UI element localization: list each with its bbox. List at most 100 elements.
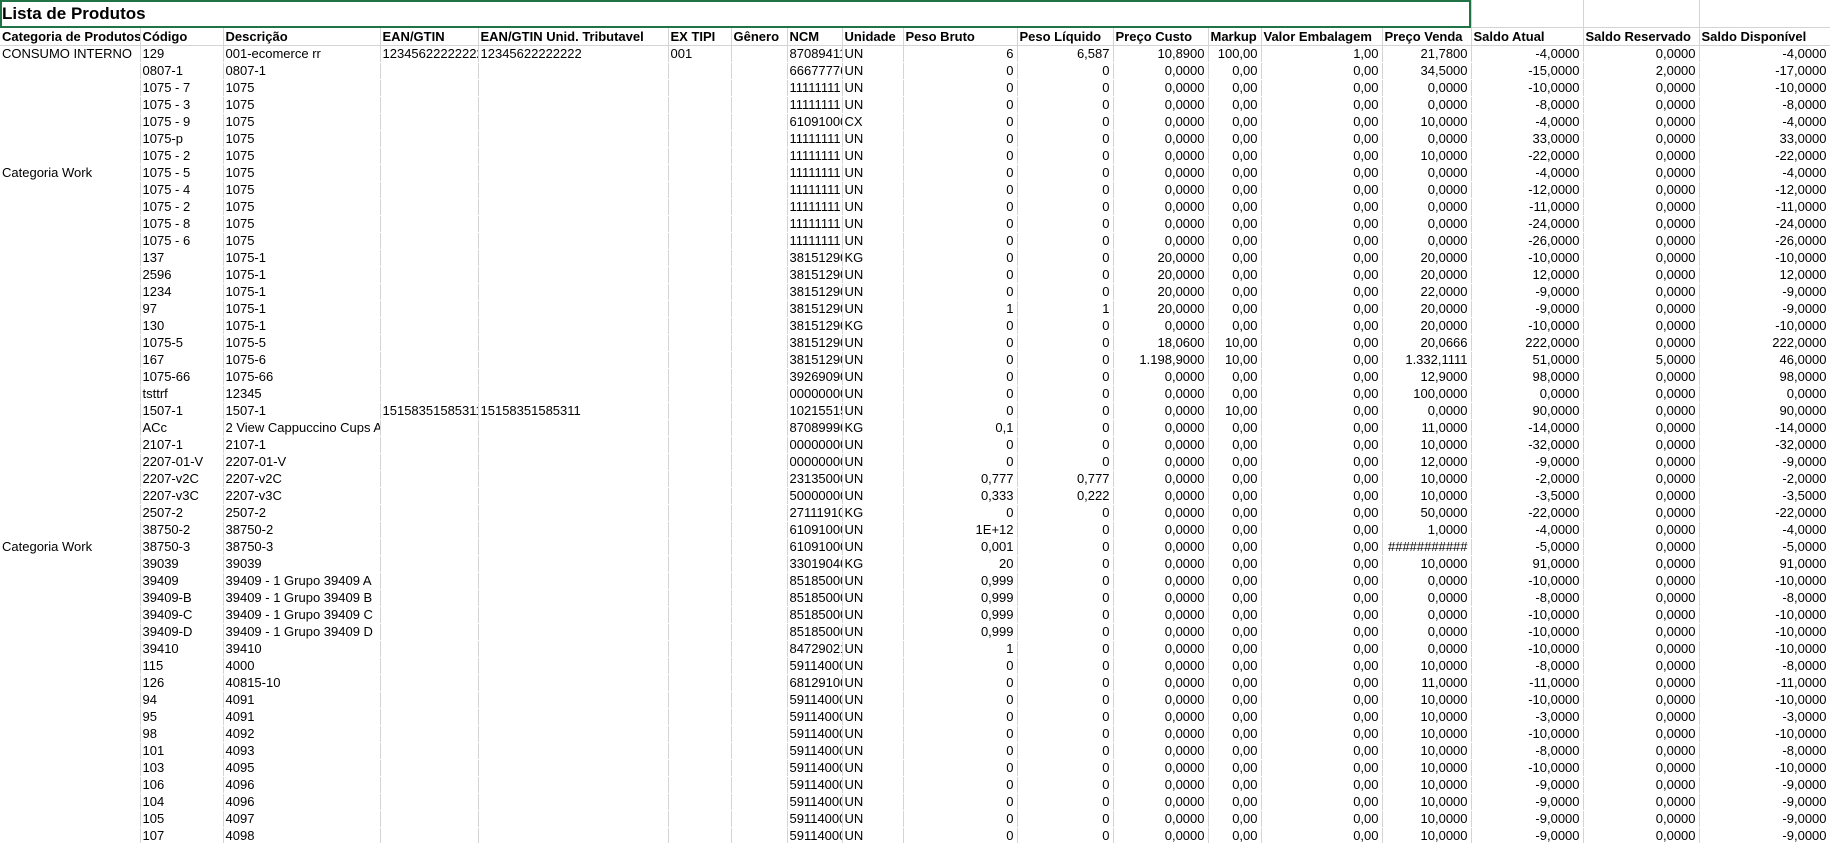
cell[interactable]: 10,0000 bbox=[1382, 691, 1472, 709]
cell[interactable]: 1075 - 5 bbox=[140, 164, 224, 182]
cell[interactable]: 0,0000 bbox=[1382, 181, 1472, 199]
cell[interactable]: 0,0000 bbox=[1583, 113, 1700, 131]
cell[interactable]: 0,00 bbox=[1208, 300, 1262, 318]
cell[interactable]: 0 bbox=[903, 334, 1018, 352]
cell[interactable]: 100,00 bbox=[1208, 45, 1262, 63]
cell[interactable] bbox=[380, 283, 479, 301]
cell[interactable] bbox=[0, 572, 141, 590]
cell[interactable]: UN bbox=[842, 759, 904, 777]
cell[interactable] bbox=[380, 827, 479, 843]
cell[interactable]: -10,0000 bbox=[1699, 317, 1830, 335]
cell[interactable]: 1.198,9000 bbox=[1113, 351, 1209, 369]
cell[interactable]: 50000000 bbox=[787, 487, 843, 505]
cell[interactable]: 20,0000 bbox=[1382, 300, 1472, 318]
cell[interactable]: 0,00 bbox=[1208, 249, 1262, 267]
cell[interactable]: 0,222 bbox=[1017, 487, 1114, 505]
cell[interactable] bbox=[380, 351, 479, 369]
cell[interactable] bbox=[668, 368, 732, 386]
cell[interactable]: 0,00 bbox=[1261, 759, 1383, 777]
cell[interactable] bbox=[478, 742, 669, 760]
cell[interactable] bbox=[478, 708, 669, 726]
cell[interactable]: CONSUMO INTERNO bbox=[0, 45, 141, 63]
cell[interactable]: 0,0000 bbox=[1113, 674, 1209, 692]
cell[interactable] bbox=[478, 385, 669, 403]
cell[interactable]: -12,0000 bbox=[1699, 181, 1830, 199]
cell[interactable]: 0 bbox=[1017, 606, 1114, 624]
cell[interactable]: 0,0000 bbox=[1583, 96, 1700, 114]
cell[interactable]: 0,0000 bbox=[1583, 827, 1700, 843]
cell[interactable]: -14,0000 bbox=[1471, 419, 1584, 437]
cell[interactable]: 20,0000 bbox=[1382, 266, 1472, 284]
cell[interactable] bbox=[731, 249, 788, 267]
cell[interactable]: 10,00 bbox=[1208, 351, 1262, 369]
cell[interactable] bbox=[478, 623, 669, 641]
cell[interactable]: 11111111 bbox=[787, 181, 843, 199]
cell[interactable] bbox=[478, 232, 669, 250]
cell[interactable] bbox=[478, 317, 669, 335]
cell[interactable]: 0,00 bbox=[1261, 317, 1383, 335]
cell[interactable]: UN bbox=[842, 62, 904, 80]
cell[interactable]: -10,0000 bbox=[1471, 691, 1584, 709]
cell[interactable]: 20 bbox=[903, 555, 1018, 573]
cell[interactable]: 0,0000 bbox=[1113, 79, 1209, 97]
cell[interactable]: 0,0000 bbox=[1583, 521, 1700, 539]
cell[interactable]: 0,0000 bbox=[1583, 793, 1700, 811]
cell[interactable]: 0,0000 bbox=[1382, 215, 1472, 233]
cell[interactable]: 1075-1 bbox=[223, 283, 381, 301]
cell[interactable]: 94 bbox=[140, 691, 224, 709]
cell[interactable]: 0,00 bbox=[1208, 96, 1262, 114]
cell[interactable] bbox=[731, 640, 788, 658]
cell[interactable]: 10,00 bbox=[1208, 402, 1262, 420]
cell[interactable] bbox=[668, 606, 732, 624]
cell[interactable]: 0,00 bbox=[1208, 147, 1262, 165]
cell[interactable] bbox=[478, 419, 669, 437]
cell[interactable] bbox=[731, 827, 788, 843]
cell[interactable]: 11111111 bbox=[787, 198, 843, 216]
cell[interactable]: 0 bbox=[903, 657, 1018, 675]
cell[interactable] bbox=[380, 453, 479, 471]
cell[interactable]: 2107-1 bbox=[223, 436, 381, 454]
cell[interactable]: 101 bbox=[140, 742, 224, 760]
cell[interactable]: 1075-1 bbox=[223, 300, 381, 318]
cell[interactable]: 0,0000 bbox=[1113, 623, 1209, 641]
cell[interactable]: 0 bbox=[903, 793, 1018, 811]
cell[interactable]: 15158351585311 bbox=[380, 402, 479, 420]
cell[interactable]: 0,00 bbox=[1208, 640, 1262, 658]
cell[interactable] bbox=[668, 657, 732, 675]
cell[interactable]: 39409-C bbox=[140, 606, 224, 624]
cell[interactable]: 1075-66 bbox=[223, 368, 381, 386]
cell[interactable]: 126 bbox=[140, 674, 224, 692]
cell[interactable]: 40815-10 bbox=[223, 674, 381, 692]
cell[interactable]: 0 bbox=[903, 742, 1018, 760]
cell[interactable]: 0,0000 bbox=[1382, 589, 1472, 607]
cell[interactable]: -4,0000 bbox=[1699, 164, 1830, 182]
cell[interactable] bbox=[0, 368, 141, 386]
cell[interactable]: 0,00 bbox=[1261, 300, 1383, 318]
cell[interactable]: 0807-1 bbox=[140, 62, 224, 80]
cell[interactable]: 98,0000 bbox=[1471, 368, 1584, 386]
cell[interactable] bbox=[668, 691, 732, 709]
cell[interactable]: 12345622222222 bbox=[478, 45, 669, 63]
cell[interactable]: 11111111 bbox=[787, 215, 843, 233]
cell[interactable] bbox=[0, 215, 141, 233]
cell[interactable]: -24,0000 bbox=[1699, 215, 1830, 233]
cell[interactable] bbox=[668, 164, 732, 182]
cell[interactable] bbox=[731, 317, 788, 335]
cell[interactable]: 0 bbox=[903, 215, 1018, 233]
cell[interactable] bbox=[731, 130, 788, 148]
cell[interactable]: 0,00 bbox=[1208, 232, 1262, 250]
cell[interactable] bbox=[0, 640, 141, 658]
cell[interactable]: 2,0000 bbox=[1583, 62, 1700, 80]
cell[interactable]: 0 bbox=[903, 351, 1018, 369]
cell[interactable]: 10,0000 bbox=[1382, 776, 1472, 794]
cell[interactable]: 0 bbox=[1017, 572, 1114, 590]
cell[interactable]: 98,0000 bbox=[1699, 368, 1830, 386]
cell[interactable]: 130 bbox=[140, 317, 224, 335]
cell[interactable] bbox=[478, 589, 669, 607]
cell[interactable] bbox=[0, 385, 141, 403]
cell[interactable] bbox=[380, 79, 479, 97]
cell[interactable] bbox=[0, 776, 141, 794]
cell[interactable]: 0,0000 bbox=[1583, 283, 1700, 301]
cell[interactable]: -10,0000 bbox=[1471, 79, 1584, 97]
cell[interactable]: 1,00 bbox=[1261, 45, 1383, 63]
